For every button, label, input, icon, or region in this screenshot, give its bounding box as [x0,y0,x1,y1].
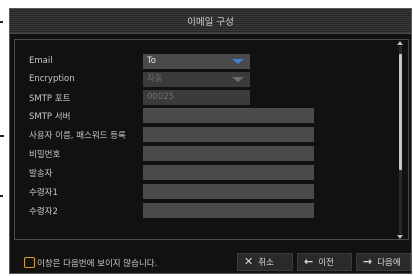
smtp-port-value: 00025 [147,92,175,102]
dialog-title: 이메일 구성 [187,17,234,28]
recipient2-field[interactable] [143,203,314,218]
chevron-down-icon [232,59,244,64]
smtp-server-label: SMTP 서버 [29,112,71,122]
dont-show-checkbox[interactable] [24,257,35,268]
encryption-label: Encryption [29,74,75,84]
recipient1-field[interactable] [143,184,314,199]
sender-label: 발송자 [29,169,53,179]
encryption-dropdown-value: 자동 [147,74,163,84]
encryption-dropdown: 자동 [143,72,250,87]
side-marker [0,21,3,23]
recipient2-label: 수령자2 [29,207,58,217]
cancel-label: 취소 [258,258,274,268]
row-password: 비밀번호 [15,145,395,163]
row-smtp-server: SMTP 서버 [15,107,395,125]
scrollbar[interactable] [397,41,403,239]
smtp-server-field[interactable] [143,108,314,123]
password-label: 비밀번호 [29,150,61,160]
row-sender: 발송자 [15,164,395,182]
dont-show-label: 이창은 다음번에 보이지 않습니다. [37,259,158,269]
side-marker [0,195,3,197]
smtp-port-label: SMTP 포트 [29,94,71,104]
row-username: 사용자 이름, 패스워드 등록 [15,126,395,144]
arrow-left-icon: ← [304,255,314,268]
username-field[interactable] [143,127,314,142]
settings-panel: Email To Encryption 자동 SMTP 포트 00025 SMT… [14,39,409,240]
scroll-down-icon[interactable] [397,235,403,239]
close-icon: ✕ [244,255,254,268]
title-bar: 이메일 구성 [10,9,411,34]
username-label: 사용자 이름, 패스워드 등록 [29,131,126,141]
next-label: 다음에 [377,258,401,268]
chevron-down-icon [232,77,244,82]
smtp-port-field: 00025 [143,90,250,105]
password-field[interactable] [143,146,314,161]
next-button[interactable]: → 다음에 [356,253,411,271]
row-smtp-port: SMTP 포트 00025 [15,89,395,107]
row-recipient1: 수령자1 [15,183,395,201]
row-email: Email To [15,53,395,71]
scroll-up-icon[interactable] [397,41,403,45]
email-label: Email [29,56,53,66]
email-dropdown-value: To [147,56,156,66]
side-marker [0,135,4,137]
email-dropdown[interactable]: To [143,54,250,69]
email-config-dialog: 이메일 구성 Email To Encryption 자동 SMTP 포트 00… [9,8,412,274]
row-encryption: Encryption 자동 [15,71,395,89]
row-recipient2: 수령자2 [15,202,395,220]
scrollbar-thumb[interactable] [399,54,402,170]
cancel-button[interactable]: ✕ 취소 [237,253,293,271]
recipient1-label: 수령자1 [29,188,58,198]
previous-button[interactable]: ← 이전 [297,253,352,271]
previous-label: 이전 [318,258,334,268]
arrow-right-icon: → [363,255,373,268]
sender-field[interactable] [143,165,314,180]
